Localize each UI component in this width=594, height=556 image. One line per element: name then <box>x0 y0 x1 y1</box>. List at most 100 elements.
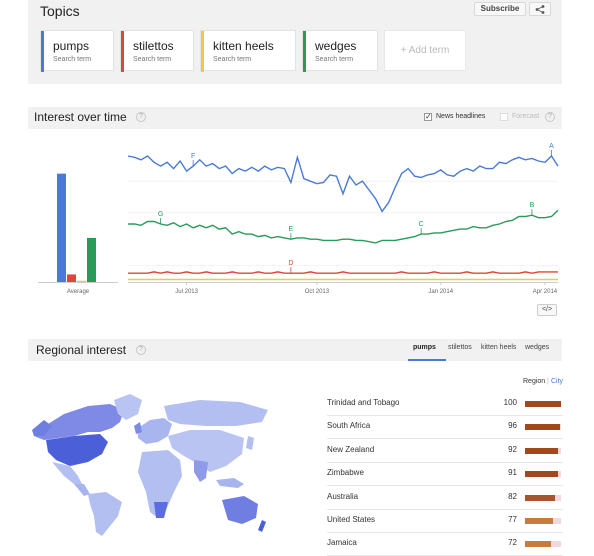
ranking-row[interactable]: Zimbabwe 91 <box>327 463 563 487</box>
region-value-bar <box>525 471 558 478</box>
term-card-pumps[interactable]: pumps Search term <box>40 30 114 72</box>
term-name: pumps <box>53 39 90 53</box>
ranking-row[interactable]: Trinidad and Tobago 100 <box>327 393 563 416</box>
region-name: New Zealand <box>327 444 375 454</box>
map-region-central-america <box>74 484 90 496</box>
term-subtitle: Search term <box>315 56 354 63</box>
average-bar-stilettos <box>67 274 76 282</box>
average-bar-pumps <box>57 173 66 282</box>
forecast-checkbox[interactable] <box>500 113 508 121</box>
ranking-row[interactable]: South Africa 96 <box>327 416 563 440</box>
add-term-button[interactable]: + Add term <box>384 30 466 71</box>
term-color-bar <box>121 31 124 72</box>
average-bar-kitten-heels <box>77 280 86 282</box>
embed-button[interactable]: </> <box>537 304 557 316</box>
term-subtitle: Search term <box>213 56 252 63</box>
region-value-bar-track <box>525 424 561 431</box>
chart-lines <box>127 154 559 281</box>
share-button[interactable] <box>529 2 551 16</box>
ranking-row[interactable]: New Zealand 92 <box>327 440 563 463</box>
forecast-help-icon[interactable]: ? <box>545 112 555 122</box>
region-value-bar <box>525 447 559 454</box>
map-region-mexico <box>52 462 82 484</box>
map-region-russia <box>164 400 268 426</box>
help-icon[interactable]: ? <box>136 112 146 122</box>
region-value: 77 <box>508 515 517 524</box>
term-card-wedges[interactable]: wedges Search term <box>302 30 378 72</box>
map-region-australia <box>222 496 258 524</box>
news-markers: F A G E C B D <box>158 143 554 274</box>
chart-axis <box>128 180 558 283</box>
region-value: 96 <box>508 421 517 431</box>
interest-over-time-header: Interest over time ? ✓ News headlines Fo… <box>28 107 562 129</box>
map-region-uk <box>134 422 142 434</box>
map-region-canada <box>34 404 124 440</box>
tab-stilettos[interactable]: stilettos <box>448 344 472 351</box>
news-marker-G: G <box>158 211 163 218</box>
average-label: Average <box>67 289 90 295</box>
region-value-bar-track <box>525 541 561 548</box>
region-name: United States <box>327 515 376 524</box>
topics-panel: Topics Subscribe pumps Search term stile… <box>28 0 562 84</box>
region-value-bar-track <box>525 401 561 407</box>
map-region-india <box>194 460 208 482</box>
tab-wedges[interactable]: wedges <box>525 344 549 351</box>
region-value-bar <box>525 401 561 407</box>
map-region-southern-africa <box>154 502 168 518</box>
region-value-bar <box>525 541 551 548</box>
x-tick-label: Jul 2013 <box>175 289 198 295</box>
ranking-row[interactable]: United States 77 <box>327 510 563 533</box>
news-marker-C: C <box>419 221 424 228</box>
city-toggle[interactable]: City <box>551 378 563 385</box>
term-subtitle: Search term <box>53 56 92 63</box>
ranking-row[interactable]: Australia 82 <box>327 487 563 510</box>
average-bars <box>38 173 118 283</box>
news-headlines-checkbox[interactable]: ✓ <box>424 113 432 121</box>
news-marker-D: D <box>288 260 293 267</box>
term-card-stilettos[interactable]: stilettos Search term <box>120 30 194 72</box>
x-tick-label: Apr 2014 <box>533 289 558 295</box>
tab-pumps[interactable]: pumps <box>413 344 436 351</box>
region-value-bar-track <box>525 518 561 524</box>
map-region-se-asia <box>216 478 244 488</box>
region-value-bar-track <box>525 447 561 454</box>
region-value: 100 <box>503 398 517 407</box>
news-headlines-label: News headlines <box>436 113 486 120</box>
region-name: Zimbabwe <box>327 468 364 478</box>
term-color-bar <box>41 31 44 72</box>
x-tick-label: Oct 2013 <box>305 289 330 295</box>
region-value-bar <box>525 518 553 524</box>
map-region-usa <box>46 434 108 466</box>
topics-title: Topics <box>40 3 80 19</box>
average-bar-wedges <box>87 237 96 282</box>
region-value-bar <box>525 494 555 501</box>
map-region-south-america <box>88 492 122 536</box>
section-title: Regional interest <box>36 343 127 357</box>
regional-interest-header: Regional interest ? pumps stilettos kitt… <box>28 339 562 361</box>
region-toggle-divider: | <box>547 378 549 385</box>
interest-chart: Average F A G E C B D Jul 2013 Oct 2013 Jan 2014… <box>38 143 559 295</box>
active-tab-indicator <box>408 359 446 361</box>
region-value: 82 <box>508 491 517 501</box>
share-icon <box>535 5 545 14</box>
map-region-japan <box>246 436 254 450</box>
tab-kitten-heels[interactable]: kitten heels <box>481 344 516 351</box>
region-name: Jamaica <box>327 538 357 548</box>
x-tick-labels: Jul 2013 Oct 2013 Jan 2014 Apr 2014 <box>175 282 558 295</box>
series-line-wedges <box>128 209 559 244</box>
subscribe-button[interactable]: Subscribe <box>474 2 526 16</box>
region-toggle[interactable]: Region <box>523 378 545 385</box>
region-value-bar <box>525 424 560 431</box>
region-value: 72 <box>508 538 517 548</box>
x-tick-label: Jan 2014 <box>428 289 453 295</box>
world-map[interactable] <box>30 392 272 538</box>
term-card-kitten-heels[interactable]: kitten heels Search term <box>200 30 296 72</box>
term-name: stilettos <box>133 39 174 53</box>
map-region-new-zealand <box>258 520 266 532</box>
map-region-europe <box>138 418 172 444</box>
forecast-label: Forecast <box>512 113 540 120</box>
region-value: 91 <box>508 468 517 478</box>
help-icon[interactable]: ? <box>136 345 146 355</box>
series-line-stilettos <box>128 271 558 274</box>
news-marker-A: A <box>549 143 554 150</box>
